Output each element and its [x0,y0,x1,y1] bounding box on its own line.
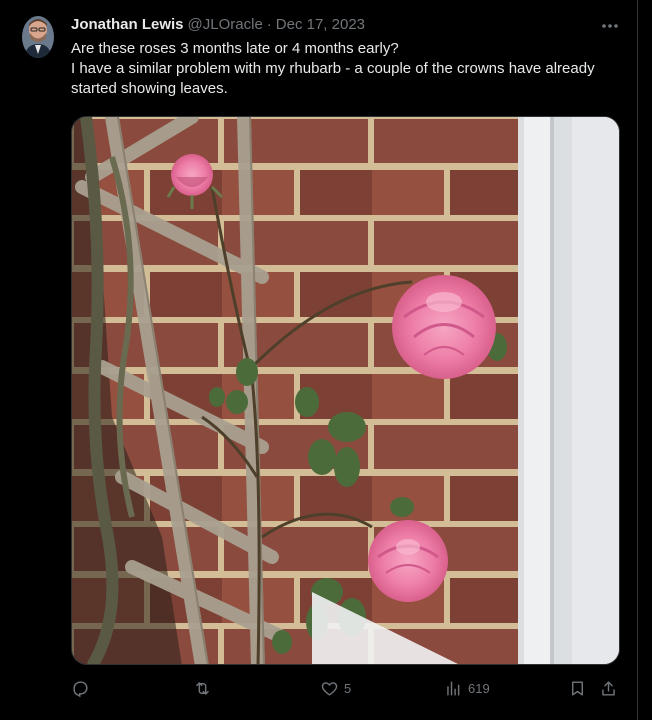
views-button[interactable]: 619 [444,676,490,700]
reply-icon [73,680,88,697]
avatar[interactable] [22,16,54,58]
separator-dot: · [266,16,272,33]
display-name[interactable]: Jonathan Lewis [71,16,184,33]
timestamp[interactable]: Dec 17, 2023 [276,16,365,33]
tweet-photo[interactable] [71,116,620,665]
rose-bloom-small [368,520,448,602]
retweet-button[interactable] [193,676,217,700]
share-button[interactable] [599,676,618,700]
tweet-text: Are these roses 3 months late or 4 month… [71,39,621,99]
heart-icon [321,681,338,696]
like-button[interactable]: 5 [320,676,351,700]
tweet-text-line2: I have a similar problem with my rhubarb… [71,60,595,97]
views-count: 619 [468,680,490,696]
tweet-card[interactable]: Jonathan Lewis @JLOracle · Dec 17, 2023 … [0,0,638,720]
bookmark-icon [572,680,583,696]
like-count: 5 [344,680,352,696]
bookmark-button[interactable] [568,676,587,700]
tweet-text-line1: Are these roses 3 months late or 4 month… [71,40,399,57]
more-horizontal-icon [602,24,618,28]
rose-photo [72,117,619,664]
tweet-header: Jonathan Lewis @JLOracle · Dec 17, 2023 [71,16,365,33]
tweet-actions: 5 619 [71,676,623,700]
reply-button[interactable] [71,676,95,700]
rose-bloom-large [392,275,496,379]
share-icon [602,680,615,696]
more-button[interactable] [596,16,624,36]
views-chart-icon [447,680,460,696]
user-handle[interactable]: @JLOracle [188,16,263,33]
retweet-icon [196,681,209,695]
